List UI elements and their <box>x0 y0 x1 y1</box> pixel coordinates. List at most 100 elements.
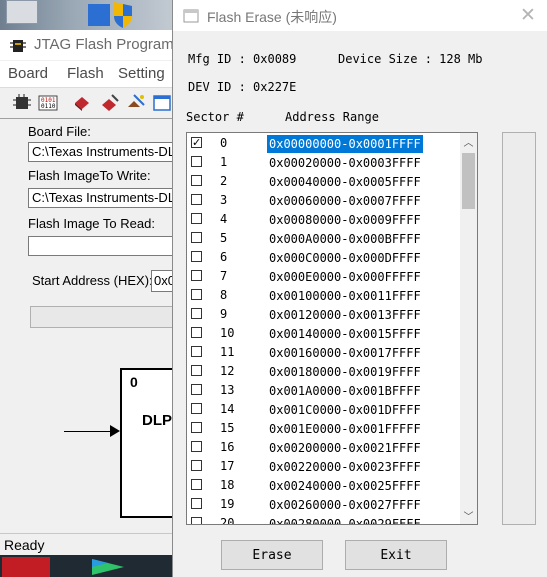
sector-row[interactable]: 13 0x001A0000-0x001BFFFF <box>187 382 461 400</box>
address-range: 0x00260000-0x0027FFFF <box>269 498 421 512</box>
dialog-title: Flash Erase (未响应) <box>207 9 337 25</box>
menubar: Board Flash Setting <box>0 61 200 87</box>
sector-number: 11 <box>220 345 235 359</box>
sector-number: 9 <box>220 307 228 321</box>
sector-row[interactable]: 5 0x000A0000-0x000BFFFF <box>187 230 461 248</box>
sector-checkbox[interactable] <box>191 289 202 300</box>
sector-number: 16 <box>220 440 235 454</box>
sector-row[interactable]: 9 0x00120000-0x0013FFFF <box>187 306 461 324</box>
sector-column-header: Sector # <box>186 110 244 124</box>
sector-row[interactable]: 14 0x001C0000-0x001DFFFF <box>187 401 461 419</box>
mail-app-icon[interactable] <box>2 557 50 577</box>
sector-checkbox[interactable] <box>191 441 202 452</box>
sector-row[interactable]: 7 0x000E0000-0x000FFFFF <box>187 268 461 286</box>
erase-button[interactable]: Erase <box>221 540 323 570</box>
status-text: Ready <box>4 537 45 553</box>
sector-row[interactable]: 16 0x00200000-0x0021FFFF <box>187 439 461 457</box>
image-read-label: Flash Image To Read: <box>28 216 155 231</box>
sector-checkbox[interactable] <box>191 346 202 357</box>
address-range: 0x00060000-0x0007FFFF <box>269 194 421 208</box>
sector-row[interactable]: 20 0x00280000-0x0029FFFF <box>187 515 461 525</box>
binary-icon[interactable]: 0101 0110 <box>38 93 58 113</box>
sector-checkbox[interactable] <box>191 460 202 471</box>
sector-row[interactable]: 1 0x00020000-0x0003FFFF <box>187 154 461 172</box>
video-app-icon[interactable] <box>88 557 128 577</box>
app-window-icon <box>183 9 199 23</box>
read-icon[interactable] <box>126 93 146 113</box>
sector-number: 2 <box>220 174 228 188</box>
address-range: 0x00180000-0x0019FFFF <box>269 365 421 379</box>
sector-checkbox[interactable] <box>191 517 202 524</box>
sector-number: 3 <box>220 193 228 207</box>
sector-row[interactable]: 2 0x00040000-0x0005FFFF <box>187 173 461 191</box>
sector-number: 5 <box>220 231 228 245</box>
chip-icon[interactable] <box>12 93 32 113</box>
sector-checkbox[interactable] <box>191 213 202 224</box>
sector-checkbox[interactable] <box>191 270 202 281</box>
exit-button[interactable]: Exit <box>345 540 447 570</box>
scroll-thumb[interactable] <box>462 153 475 209</box>
diagram-arrow-icon <box>110 425 120 437</box>
chip-logo-icon <box>10 40 26 52</box>
sector-number: 13 <box>220 383 235 397</box>
menu-flash[interactable]: Flash <box>67 65 104 82</box>
window-icon[interactable] <box>152 93 172 113</box>
address-range: 0x00160000-0x0017FFFF <box>269 346 421 360</box>
board-file-input[interactable]: C:\Texas Instruments-DL <box>28 142 188 162</box>
sector-number: 20 <box>220 516 235 525</box>
sector-checkbox[interactable] <box>191 175 202 186</box>
sector-row[interactable]: 3 0x00060000-0x0007FFFF <box>187 192 461 210</box>
sector-checkbox[interactable] <box>191 156 202 167</box>
sector-row[interactable]: 8 0x00100000-0x0011FFFF <box>187 287 461 305</box>
address-range: 0x00280000-0x0029FFFF <box>269 517 421 525</box>
write-icon[interactable] <box>100 93 120 113</box>
app-title: JTAG Flash Program <box>34 36 174 53</box>
sector-checkbox[interactable] <box>191 422 202 433</box>
shield-icon[interactable] <box>88 0 144 28</box>
board-file-label: Board File: <box>28 124 91 139</box>
sector-checkbox[interactable] <box>191 308 202 319</box>
dev-id-text: DEV ID : 0x227E <box>188 80 297 94</box>
sector-list[interactable]: ✓ 0 0x00000000-0x0001FFFF 1 0x00020000-0x000… <box>186 132 478 525</box>
sector-number: 1 <box>220 155 228 169</box>
address-column-header: Address Range <box>285 110 379 124</box>
sector-row[interactable]: 18 0x00240000-0x0025FFFF <box>187 477 461 495</box>
sector-row[interactable]: 10 0x00140000-0x0015FFFF <box>187 325 461 343</box>
address-range: 0x00200000-0x0021FFFF <box>269 441 421 455</box>
sector-checkbox[interactable] <box>191 498 202 509</box>
sector-checkbox[interactable] <box>191 403 202 414</box>
scroll-down-arrow-icon[interactable]: ﹀ <box>460 507 477 524</box>
sector-row[interactable]: 11 0x00160000-0x0017FFFF <box>187 344 461 362</box>
vertical-scrollbar[interactable]: ︿ ﹀ <box>460 133 477 524</box>
image-write-input[interactable]: C:\Texas Instruments-DL <box>28 188 188 208</box>
status-bar: Ready <box>0 533 200 556</box>
image-read-input[interactable] <box>28 236 188 256</box>
sector-checkbox[interactable] <box>191 327 202 338</box>
menu-board[interactable]: Board <box>8 65 48 82</box>
sector-row[interactable]: ✓ 0 0x00000000-0x0001FFFF <box>187 135 461 153</box>
sector-checkbox[interactable] <box>191 384 202 395</box>
address-range: 0x001A0000-0x001BFFFF <box>269 384 421 398</box>
sector-row[interactable]: 19 0x00260000-0x0027FFFF <box>187 496 461 514</box>
sector-checkbox[interactable] <box>191 251 202 262</box>
sector-checkbox[interactable] <box>191 232 202 243</box>
jtag-flash-app-window: JTAG Flash Program Board Flash Setting 0… <box>0 30 200 556</box>
close-icon[interactable]: ✕ <box>509 0 547 31</box>
sector-row[interactable]: 17 0x00220000-0x0023FFFF <box>187 458 461 476</box>
address-range: 0x00020000-0x0003FFFF <box>269 156 421 170</box>
sector-row[interactable]: 15 0x001E0000-0x001FFFFF <box>187 420 461 438</box>
sector-checkbox[interactable] <box>191 365 202 376</box>
sector-checkbox[interactable]: ✓ <box>191 137 202 148</box>
address-range: 0x00120000-0x0013FFFF <box>269 308 421 322</box>
sector-number: 0 <box>220 136 228 150</box>
sector-row[interactable]: 4 0x00080000-0x0009FFFF <box>187 211 461 229</box>
sector-number: 7 <box>220 269 228 283</box>
sector-checkbox[interactable] <box>191 479 202 490</box>
menu-setting[interactable]: Setting <box>118 65 165 82</box>
desktop-shortcut-icon[interactable] <box>6 0 38 24</box>
scroll-up-arrow-icon[interactable]: ︿ <box>460 133 477 150</box>
sector-checkbox[interactable] <box>191 194 202 205</box>
sector-row[interactable]: 6 0x000C0000-0x000DFFFF <box>187 249 461 267</box>
sector-row[interactable]: 12 0x00180000-0x0019FFFF <box>187 363 461 381</box>
erase-icon[interactable] <box>72 93 92 113</box>
